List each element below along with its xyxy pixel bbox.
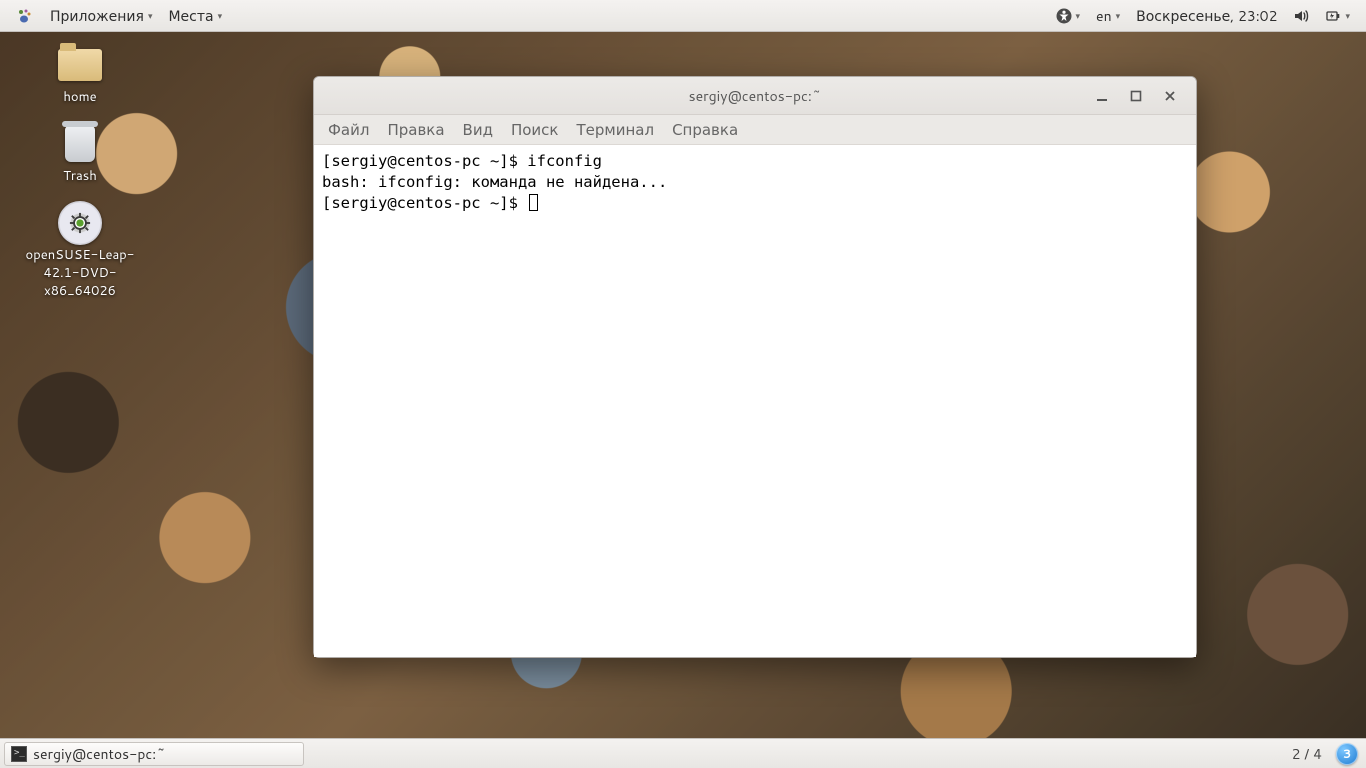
- terminal-prompt: [sergiy@centos-pc ~]$: [322, 194, 527, 212]
- taskbar-item-terminal[interactable]: sergiy@centos-pc:~: [4, 742, 304, 766]
- gear-icon: [69, 212, 91, 234]
- applications-label: Приложения: [50, 6, 144, 26]
- menu-help[interactable]: Справка: [672, 119, 738, 140]
- desktop-icon-label: home: [63, 88, 96, 106]
- bottom-panel: sergiy@centos-pc:~ 2 / 4 3: [0, 738, 1366, 768]
- places-label: Места: [168, 6, 213, 26]
- terminal-menubar: Файл Правка Вид Поиск Терминал Справка: [314, 115, 1196, 145]
- window-controls: [1092, 77, 1190, 114]
- maximize-icon: [1130, 90, 1142, 102]
- chevron-down-icon: ▾: [1116, 9, 1121, 22]
- accessibility-icon: [1056, 8, 1072, 24]
- places-menu[interactable]: Места ▾: [160, 0, 230, 31]
- notification-count: 3: [1343, 745, 1352, 762]
- clock-label: Воскресенье, 23:02: [1136, 6, 1277, 26]
- clock[interactable]: Воскресенье, 23:02: [1128, 0, 1285, 31]
- battery-charging-icon: [1325, 8, 1341, 24]
- menu-search[interactable]: Поиск: [511, 119, 559, 140]
- keyboard-layout-label: en: [1096, 6, 1112, 26]
- applications-menu[interactable]: Приложения ▾: [42, 0, 160, 31]
- terminal-cursor: [529, 194, 538, 211]
- chevron-down-icon: ▾: [148, 9, 153, 22]
- close-icon: [1164, 90, 1176, 102]
- gnome-foot-icon: [16, 7, 34, 25]
- maximize-button[interactable]: [1126, 86, 1146, 106]
- terminal-line: bash: ifconfig: команда не найдена...: [322, 173, 667, 191]
- taskbar-item-label: sergiy@centos-pc:~: [33, 744, 166, 764]
- terminal-line: [sergiy@centos-pc ~]$ ifconfig: [322, 152, 602, 170]
- workspace-indicator[interactable]: 2 / 4: [1282, 744, 1332, 764]
- desktop-icons: home Trash openSUSE-Leap-42.1-DVD-x86_64…: [10, 45, 150, 300]
- chevron-down-icon: ▾: [218, 9, 223, 22]
- chevron-down-icon: ▾: [1076, 9, 1081, 22]
- volume-menu[interactable]: [1285, 0, 1317, 31]
- window-titlebar[interactable]: sergiy@centos-pc:~: [314, 77, 1196, 115]
- desktop-icon-trash[interactable]: Trash: [10, 124, 150, 185]
- gnome-logo[interactable]: [8, 0, 42, 31]
- close-button[interactable]: [1160, 86, 1180, 106]
- minimize-button[interactable]: [1092, 86, 1112, 106]
- menu-view[interactable]: Вид: [463, 119, 493, 140]
- top-panel: Приложения ▾ Места ▾ ▾ en ▾ Воскресенье,…: [0, 0, 1366, 32]
- terminal-window: sergiy@centos-pc:~ Файл Правка Вид Поиск…: [313, 76, 1197, 658]
- terminal-body[interactable]: [sergiy@centos-pc ~]$ ifconfig bash: ifc…: [314, 145, 1196, 657]
- chevron-down-icon: ▾: [1345, 9, 1350, 22]
- menu-terminal[interactable]: Терминал: [576, 119, 654, 140]
- notification-badge[interactable]: 3: [1336, 743, 1358, 765]
- desktop-icon-iso[interactable]: openSUSE-Leap-42.1-DVD-x86_64026: [10, 203, 150, 300]
- menu-edit[interactable]: Правка: [387, 119, 444, 140]
- volume-icon: [1293, 8, 1309, 24]
- terminal-icon: [11, 746, 27, 762]
- optical-disc-icon: [56, 203, 104, 243]
- window-title: sergiy@centos-pc:~: [689, 86, 822, 106]
- keyboard-layout-menu[interactable]: en ▾: [1088, 0, 1128, 31]
- menu-file[interactable]: Файл: [328, 119, 369, 140]
- minimize-icon: [1096, 90, 1108, 102]
- desktop-icon-home[interactable]: home: [10, 45, 150, 106]
- folder-icon: [56, 45, 104, 85]
- workspace-text: 2 / 4: [1292, 744, 1322, 764]
- trash-icon: [56, 124, 104, 164]
- desktop-icon-label: openSUSE-Leap-42.1-DVD-x86_64026: [10, 246, 150, 300]
- desktop-icon-label: Trash: [63, 167, 97, 185]
- accessibility-menu[interactable]: ▾: [1048, 0, 1089, 31]
- battery-menu[interactable]: ▾: [1317, 0, 1358, 31]
